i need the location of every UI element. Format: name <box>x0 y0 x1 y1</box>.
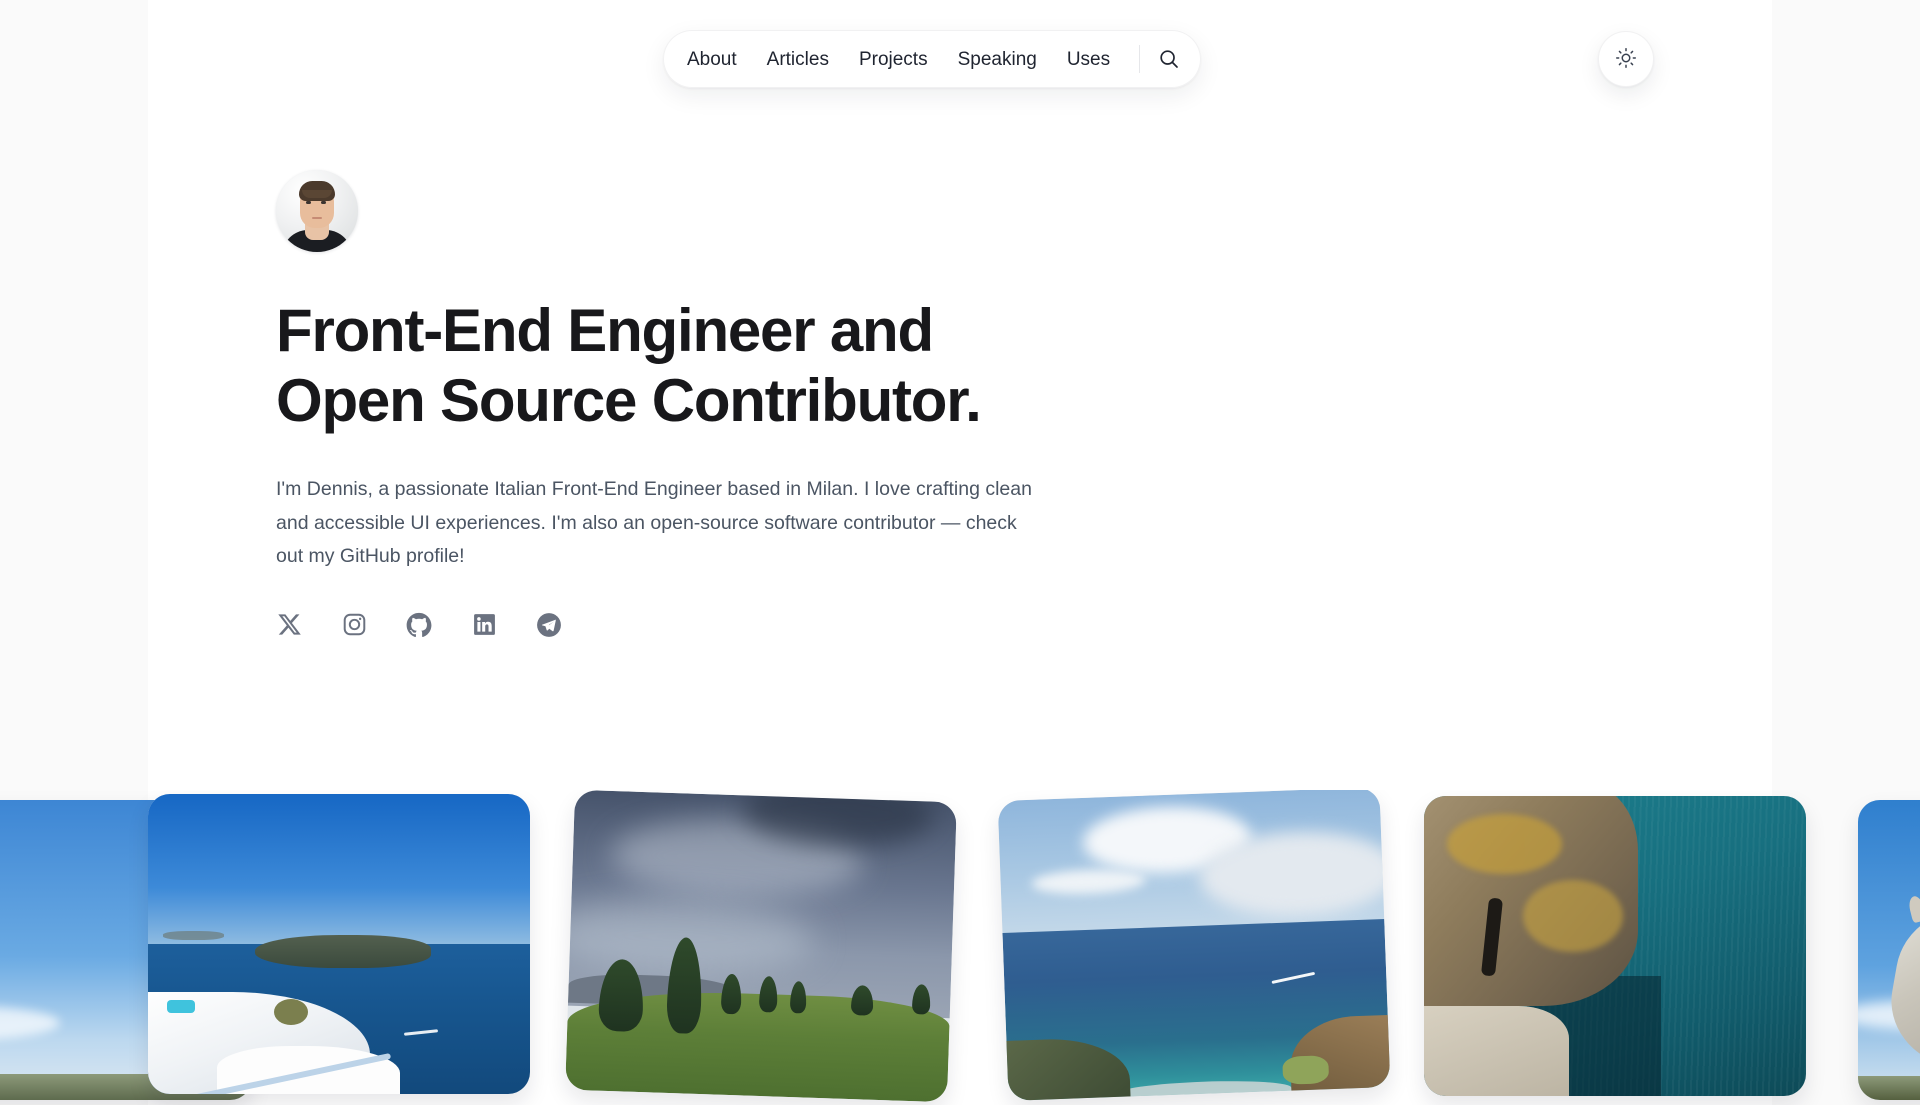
social-link-github[interactable] <box>406 612 432 638</box>
gallery-photo-2[interactable] <box>148 794 530 1094</box>
nav-item-uses[interactable]: Uses <box>1052 42 1125 77</box>
sun-icon <box>1615 47 1637 72</box>
github-icon <box>406 612 432 638</box>
social-link-linkedin[interactable] <box>471 612 497 638</box>
search-icon <box>1157 47 1181 71</box>
hero-section: Front-End Engineer and Open Source Contr… <box>276 170 1276 638</box>
social-links <box>276 612 1276 638</box>
social-link-x[interactable] <box>276 612 302 638</box>
instagram-icon <box>342 612 367 637</box>
photo-gallery <box>0 790 1920 1105</box>
theme-toggle-button[interactable] <box>1598 31 1654 87</box>
nav-item-articles[interactable]: Articles <box>752 42 844 77</box>
search-button[interactable] <box>1148 38 1190 80</box>
nav-item-about[interactable]: About <box>672 42 752 77</box>
linkedin-icon <box>472 612 497 637</box>
hero-description: I'm Dennis, a passionate Italian Front-E… <box>276 478 1032 568</box>
page-root: About Articles Projects Speaking Uses Fr… <box>0 0 1920 1105</box>
page-title: Front-End Engineer and Open Source Contr… <box>276 296 1276 435</box>
gallery-photo-6[interactable] <box>1858 800 1920 1100</box>
gallery-photo-5[interactable] <box>1424 796 1806 1096</box>
page-title-line-2: Open Source Contributor. <box>276 366 982 434</box>
social-link-instagram[interactable] <box>341 612 367 638</box>
social-link-telegram[interactable] <box>536 612 562 638</box>
page-title-line-1: Front-End Engineer and <box>276 297 934 364</box>
telegram-icon <box>536 612 562 638</box>
nav-item-projects[interactable]: Projects <box>844 42 943 77</box>
nav-divider <box>1139 45 1141 73</box>
gallery-photo-4[interactable] <box>997 790 1391 1101</box>
avatar-photo <box>276 170 358 252</box>
nav-item-speaking[interactable]: Speaking <box>943 42 1052 77</box>
gallery-photo-3[interactable] <box>565 790 957 1103</box>
x-twitter-icon <box>277 612 302 637</box>
site-header: About Articles Projects Speaking Uses <box>0 0 1920 105</box>
primary-navigation: About Articles Projects Speaking Uses <box>663 30 1202 88</box>
avatar[interactable] <box>276 170 358 252</box>
